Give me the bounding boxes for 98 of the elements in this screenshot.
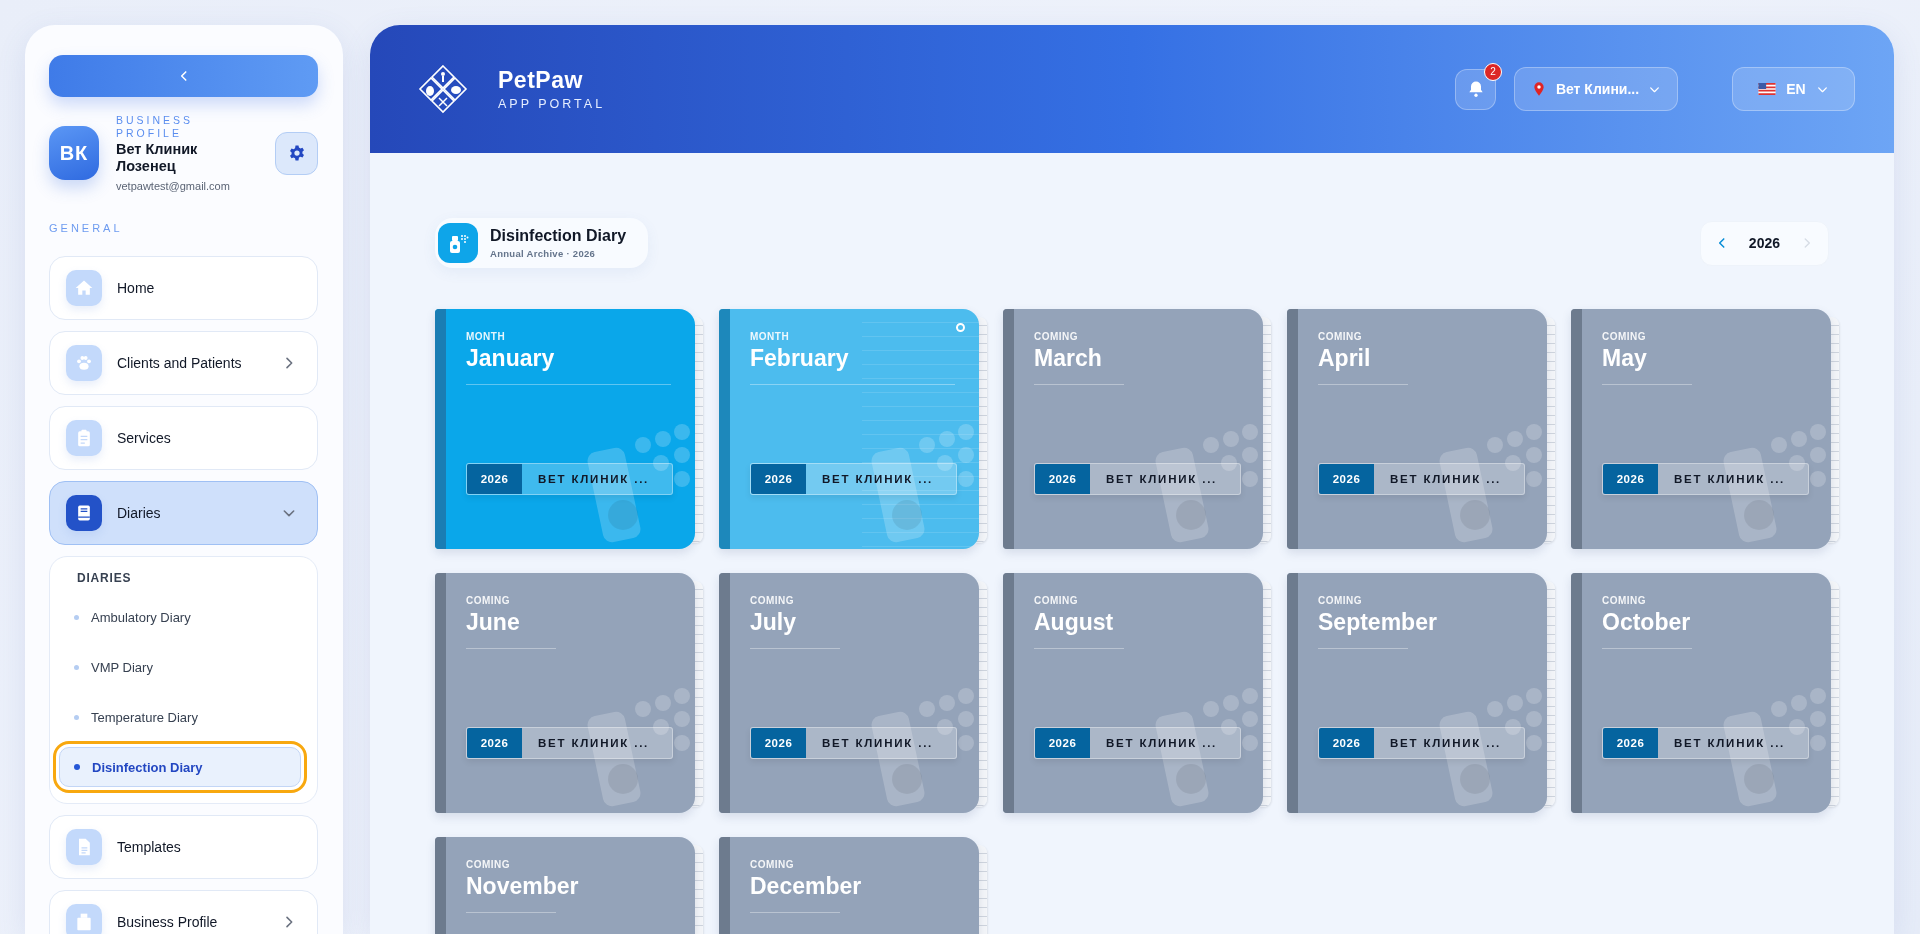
month-name: June [466,609,521,636]
card-label: COMING [1602,595,1648,606]
bullet-icon [74,714,79,720]
paw-icon [74,353,94,373]
submenu-label: Ambulatory Diary [91,609,191,625]
clinic-label: ВЕТ КЛИНИК ... [1673,737,1786,749]
card-label: COMING [1034,331,1080,342]
year-tag: 2026 [1319,464,1374,494]
nav-item[interactable]: Home [49,256,318,320]
clinic-label: ВЕТ КЛИНИК ... [1389,737,1502,749]
nav-item[interactable]: Templates [49,815,318,879]
card-label: MONTH [466,331,507,342]
clinic-label: ВЕТ КЛИНИК ... [537,473,650,485]
logo-icon [418,64,468,114]
nav-item[interactable]: Diaries [49,481,318,545]
year-tag: 2026 [1603,728,1658,758]
clinic-label: ВЕТ КЛИНИК ... [1105,473,1218,485]
diary-card[interactable]: COMING October 2026 ВЕТ КЛИНИК ... [1571,573,1831,813]
nav-label: Diaries [117,505,162,521]
submenu-label: VMP Diary [91,659,153,675]
card-label: COMING [466,859,512,870]
year-tag: 2026 [467,464,522,494]
diary-card[interactable]: COMING August 2026 ВЕТ КЛИНИК ... [1003,573,1263,813]
clinic-label: ВЕТ КЛИНИК ... [821,737,934,749]
page-subtitle: Annual Archive · 2026 [490,248,597,259]
month-name: February [750,345,850,372]
nav-label: Templates [117,839,182,855]
year-label: 2026 [1748,235,1780,251]
avatar: ВК [49,126,99,180]
year-tag: 2026 [467,728,522,758]
submenu-item[interactable]: Temperature Diary [59,697,301,737]
submenu-item[interactable]: Ambulatory Diary [59,597,301,637]
bullet-icon [74,664,79,670]
nav-label: Home [117,280,156,296]
year-tag: 2026 [751,464,806,494]
profile-label: BUSINESS PROFILE [116,114,195,140]
card-label: MONTH [750,331,791,342]
diary-card[interactable]: COMING May 2026 ВЕТ КЛИНИК ... [1571,309,1831,549]
month-name: March [1034,345,1103,372]
nav-label: Business Profile [117,914,219,930]
month-name: July [750,609,798,636]
nav-label: Clients and Patients [117,355,243,371]
notifications-button[interactable] [1455,68,1496,110]
settings-icon [287,144,306,162]
month-name: August [1034,609,1115,636]
diary-card[interactable]: MONTH January 2026 ВЕТ КЛИНИК ... [435,309,695,549]
building-icon [74,912,94,932]
bullet-icon [74,614,79,620]
month-name: April [1318,345,1372,372]
settings-button[interactable] [275,131,318,175]
submenu-label: Disinfection Diary [92,759,203,775]
card-label: COMING [1318,595,1364,606]
card-label: COMING [750,595,796,606]
month-name: December [750,873,863,900]
card-label: COMING [466,595,512,606]
clinic-label: ВЕТ КЛИНИК ... [821,473,934,485]
nav-item[interactable]: Clients and Patients [49,331,318,395]
year-tag: 2026 [1035,464,1090,494]
clinic-label: ВЕТ КЛИНИК ... [1389,473,1502,485]
diary-card[interactable]: COMING September 2026 ВЕТ КЛИНИК ... [1287,573,1547,813]
submenu-title: DIARIES [77,571,133,585]
notification-badge: 2 [1484,62,1502,81]
clinic-name: Вет Клиник Лозенец [116,141,199,175]
brand-name: PetPaw [498,67,584,94]
diary-card[interactable]: COMING June 2026 ВЕТ КЛИНИК ... [435,573,695,813]
section-label: GENERAL [49,222,124,234]
page-title: Disinfection Diary [490,227,627,245]
card-label: COMING [1602,331,1648,342]
house-icon [74,278,94,298]
nav-item[interactable]: Business Profile [49,890,318,934]
diary-card[interactable]: COMING March 2026 ВЕТ КЛИНИК ... [1003,309,1263,549]
diary-card[interactable]: MONTH February 2026 ВЕТ КЛИНИК ... [719,309,979,549]
flag-icon [1758,83,1777,95]
clinic-label: ВЕТ КЛИНИК ... [1105,737,1218,749]
nav-item[interactable]: Services [49,406,318,470]
month-name: January [466,345,556,372]
year-tag: 2026 [1603,464,1658,494]
nav-label: Services [117,430,172,446]
year-tag: 2026 [1319,728,1374,758]
diary-card[interactable]: COMING July 2026 ВЕТ КЛИНИК ... [719,573,979,813]
clinic-label: ВЕТ КЛИНИК ... [1673,473,1786,485]
month-name: November [466,873,580,900]
month-name: September [1318,609,1438,636]
clinic-label: ВЕТ КЛИНИК ... [537,737,650,749]
submenu-item[interactable]: VMP Diary [59,647,301,687]
ring-icon [956,323,965,332]
month-name: October [1602,609,1692,636]
bullet-icon [74,764,80,770]
card-label: COMING [1034,595,1080,606]
diary-card[interactable]: COMING April 2026 ВЕТ КЛИНИК ... [1287,309,1547,549]
month-name: May [1602,345,1648,372]
year-tag: 2026 [1035,728,1090,758]
year-tag: 2026 [751,728,806,758]
brand-tagline: APP PORTAL [498,97,606,111]
submenu-label: Temperature Diary [91,709,198,725]
card-label: COMING [1318,331,1364,342]
card-label: COMING [750,859,796,870]
clinic-email: vetpawtest@gmail.com [116,180,231,192]
